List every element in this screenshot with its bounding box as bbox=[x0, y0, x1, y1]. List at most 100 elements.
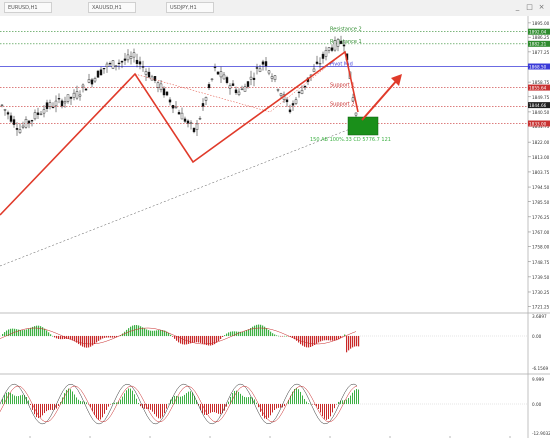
macd-bar bbox=[34, 326, 36, 336]
candle-body bbox=[69, 96, 73, 99]
macd-bar bbox=[354, 336, 356, 347]
candle-body bbox=[255, 67, 259, 69]
candle-body bbox=[192, 127, 196, 133]
macd-bar bbox=[134, 325, 136, 336]
macd-bar bbox=[270, 331, 272, 336]
maximize-icon[interactable]: □ bbox=[525, 3, 534, 12]
macd-bar bbox=[22, 330, 24, 336]
candle-body bbox=[333, 40, 337, 51]
macd-bar bbox=[356, 336, 358, 347]
stoch-bar bbox=[324, 404, 325, 419]
stoch-bar bbox=[296, 388, 297, 404]
minimize-icon[interactable]: _ bbox=[513, 3, 522, 12]
stoch-bar bbox=[122, 396, 123, 404]
macd-bar bbox=[274, 334, 276, 336]
candle-body bbox=[291, 103, 295, 106]
macd-bar bbox=[248, 329, 250, 336]
macd-bar bbox=[246, 330, 248, 336]
macd-bar bbox=[170, 334, 172, 336]
candle-body bbox=[75, 91, 79, 99]
stoch-bar bbox=[238, 391, 239, 404]
stoch-bar bbox=[348, 398, 349, 404]
macd-bar bbox=[6, 330, 8, 336]
macd-bar bbox=[16, 329, 18, 336]
macd-bar bbox=[324, 336, 326, 341]
macd-bar bbox=[260, 324, 262, 336]
macd-bar bbox=[306, 336, 308, 348]
candle-body bbox=[87, 79, 91, 83]
stoch-bar bbox=[16, 396, 17, 404]
chart-tab-1[interactable]: EURUSD,H1 bbox=[4, 2, 52, 13]
trading-chart[interactable]: 1895.00 1886.25 1877.25 1868.50 1858.75 1849.… bbox=[0, 16, 550, 438]
macd-bar bbox=[218, 336, 220, 341]
macd-bar bbox=[94, 336, 96, 344]
chart-tab-2[interactable]: XAUUSD,H1 bbox=[88, 2, 136, 13]
stoch-bar bbox=[188, 391, 189, 404]
stoch-bar bbox=[44, 404, 45, 414]
chart-tab-3[interactable]: USDJPY,H1 bbox=[166, 2, 214, 13]
stoch-bar bbox=[212, 404, 213, 413]
stoch-bar bbox=[130, 388, 131, 404]
macd-bar bbox=[2, 333, 4, 336]
candle-body bbox=[270, 76, 274, 79]
stoch-bar bbox=[350, 395, 351, 404]
candle-body bbox=[72, 92, 76, 98]
candle-body bbox=[165, 91, 169, 96]
pattern-annotation: 150 AB 100%.33 CD 5776.7 121 bbox=[310, 137, 391, 143]
stoch-bar bbox=[276, 404, 277, 409]
candle-body bbox=[144, 71, 148, 75]
stoch-bar bbox=[20, 395, 21, 404]
macd-bar bbox=[108, 336, 110, 338]
price-tick-label: 1785.50 bbox=[532, 200, 550, 205]
stoch-bar bbox=[126, 390, 127, 404]
macd-bar bbox=[326, 336, 328, 341]
candle-body bbox=[102, 67, 106, 70]
macd-bar bbox=[48, 332, 50, 336]
price-tick-label: 1776.25 bbox=[532, 215, 550, 220]
stoch-bar bbox=[30, 404, 31, 405]
stoch-bar bbox=[100, 404, 101, 420]
macd-bar bbox=[26, 329, 28, 336]
macd-bar bbox=[230, 331, 232, 336]
candle-body bbox=[99, 69, 103, 76]
stoch-bar bbox=[108, 404, 109, 407]
macd-bar bbox=[158, 330, 160, 336]
stoch-bar bbox=[334, 404, 335, 409]
macd-bar bbox=[344, 334, 346, 336]
candle-body bbox=[210, 78, 214, 80]
candle-body bbox=[228, 85, 232, 89]
price-tick-label: 1767.00 bbox=[532, 230, 550, 235]
price-tick-label: 1877.25 bbox=[532, 50, 550, 55]
candle-body bbox=[303, 85, 307, 88]
stoch-bar bbox=[332, 404, 333, 413]
macd-bar bbox=[110, 336, 112, 338]
candle-body bbox=[237, 91, 241, 95]
current-price-tag-text: 1844.66 bbox=[529, 103, 547, 108]
macd-bar bbox=[302, 336, 304, 346]
candle-body bbox=[60, 100, 64, 107]
candle-body bbox=[111, 60, 115, 69]
stoch-bar bbox=[110, 404, 111, 405]
candle-body bbox=[150, 76, 154, 81]
stoch-bar bbox=[134, 394, 135, 404]
close-icon[interactable]: × bbox=[537, 3, 546, 12]
stoch-bar bbox=[22, 394, 23, 404]
stoch-bar bbox=[182, 396, 183, 404]
macd-bar bbox=[58, 336, 60, 339]
candle-body bbox=[12, 119, 16, 125]
candle-body bbox=[249, 76, 253, 80]
candle-body bbox=[156, 82, 160, 88]
candle-body bbox=[174, 106, 178, 109]
level-price-tag-text: 1882.21 bbox=[529, 42, 547, 47]
stoch-bar bbox=[328, 404, 329, 420]
macd-bar bbox=[334, 336, 336, 341]
stoch-bar bbox=[308, 403, 309, 404]
macd-bar bbox=[12, 328, 14, 336]
stoch-tick-label: -12.9032 bbox=[532, 431, 550, 436]
stoch-bar bbox=[70, 389, 71, 404]
macd-bar bbox=[196, 336, 198, 343]
candle-body bbox=[84, 88, 88, 91]
stoch-bar bbox=[58, 404, 59, 406]
macd-bar bbox=[278, 335, 280, 337]
stoch-bar bbox=[178, 396, 179, 404]
